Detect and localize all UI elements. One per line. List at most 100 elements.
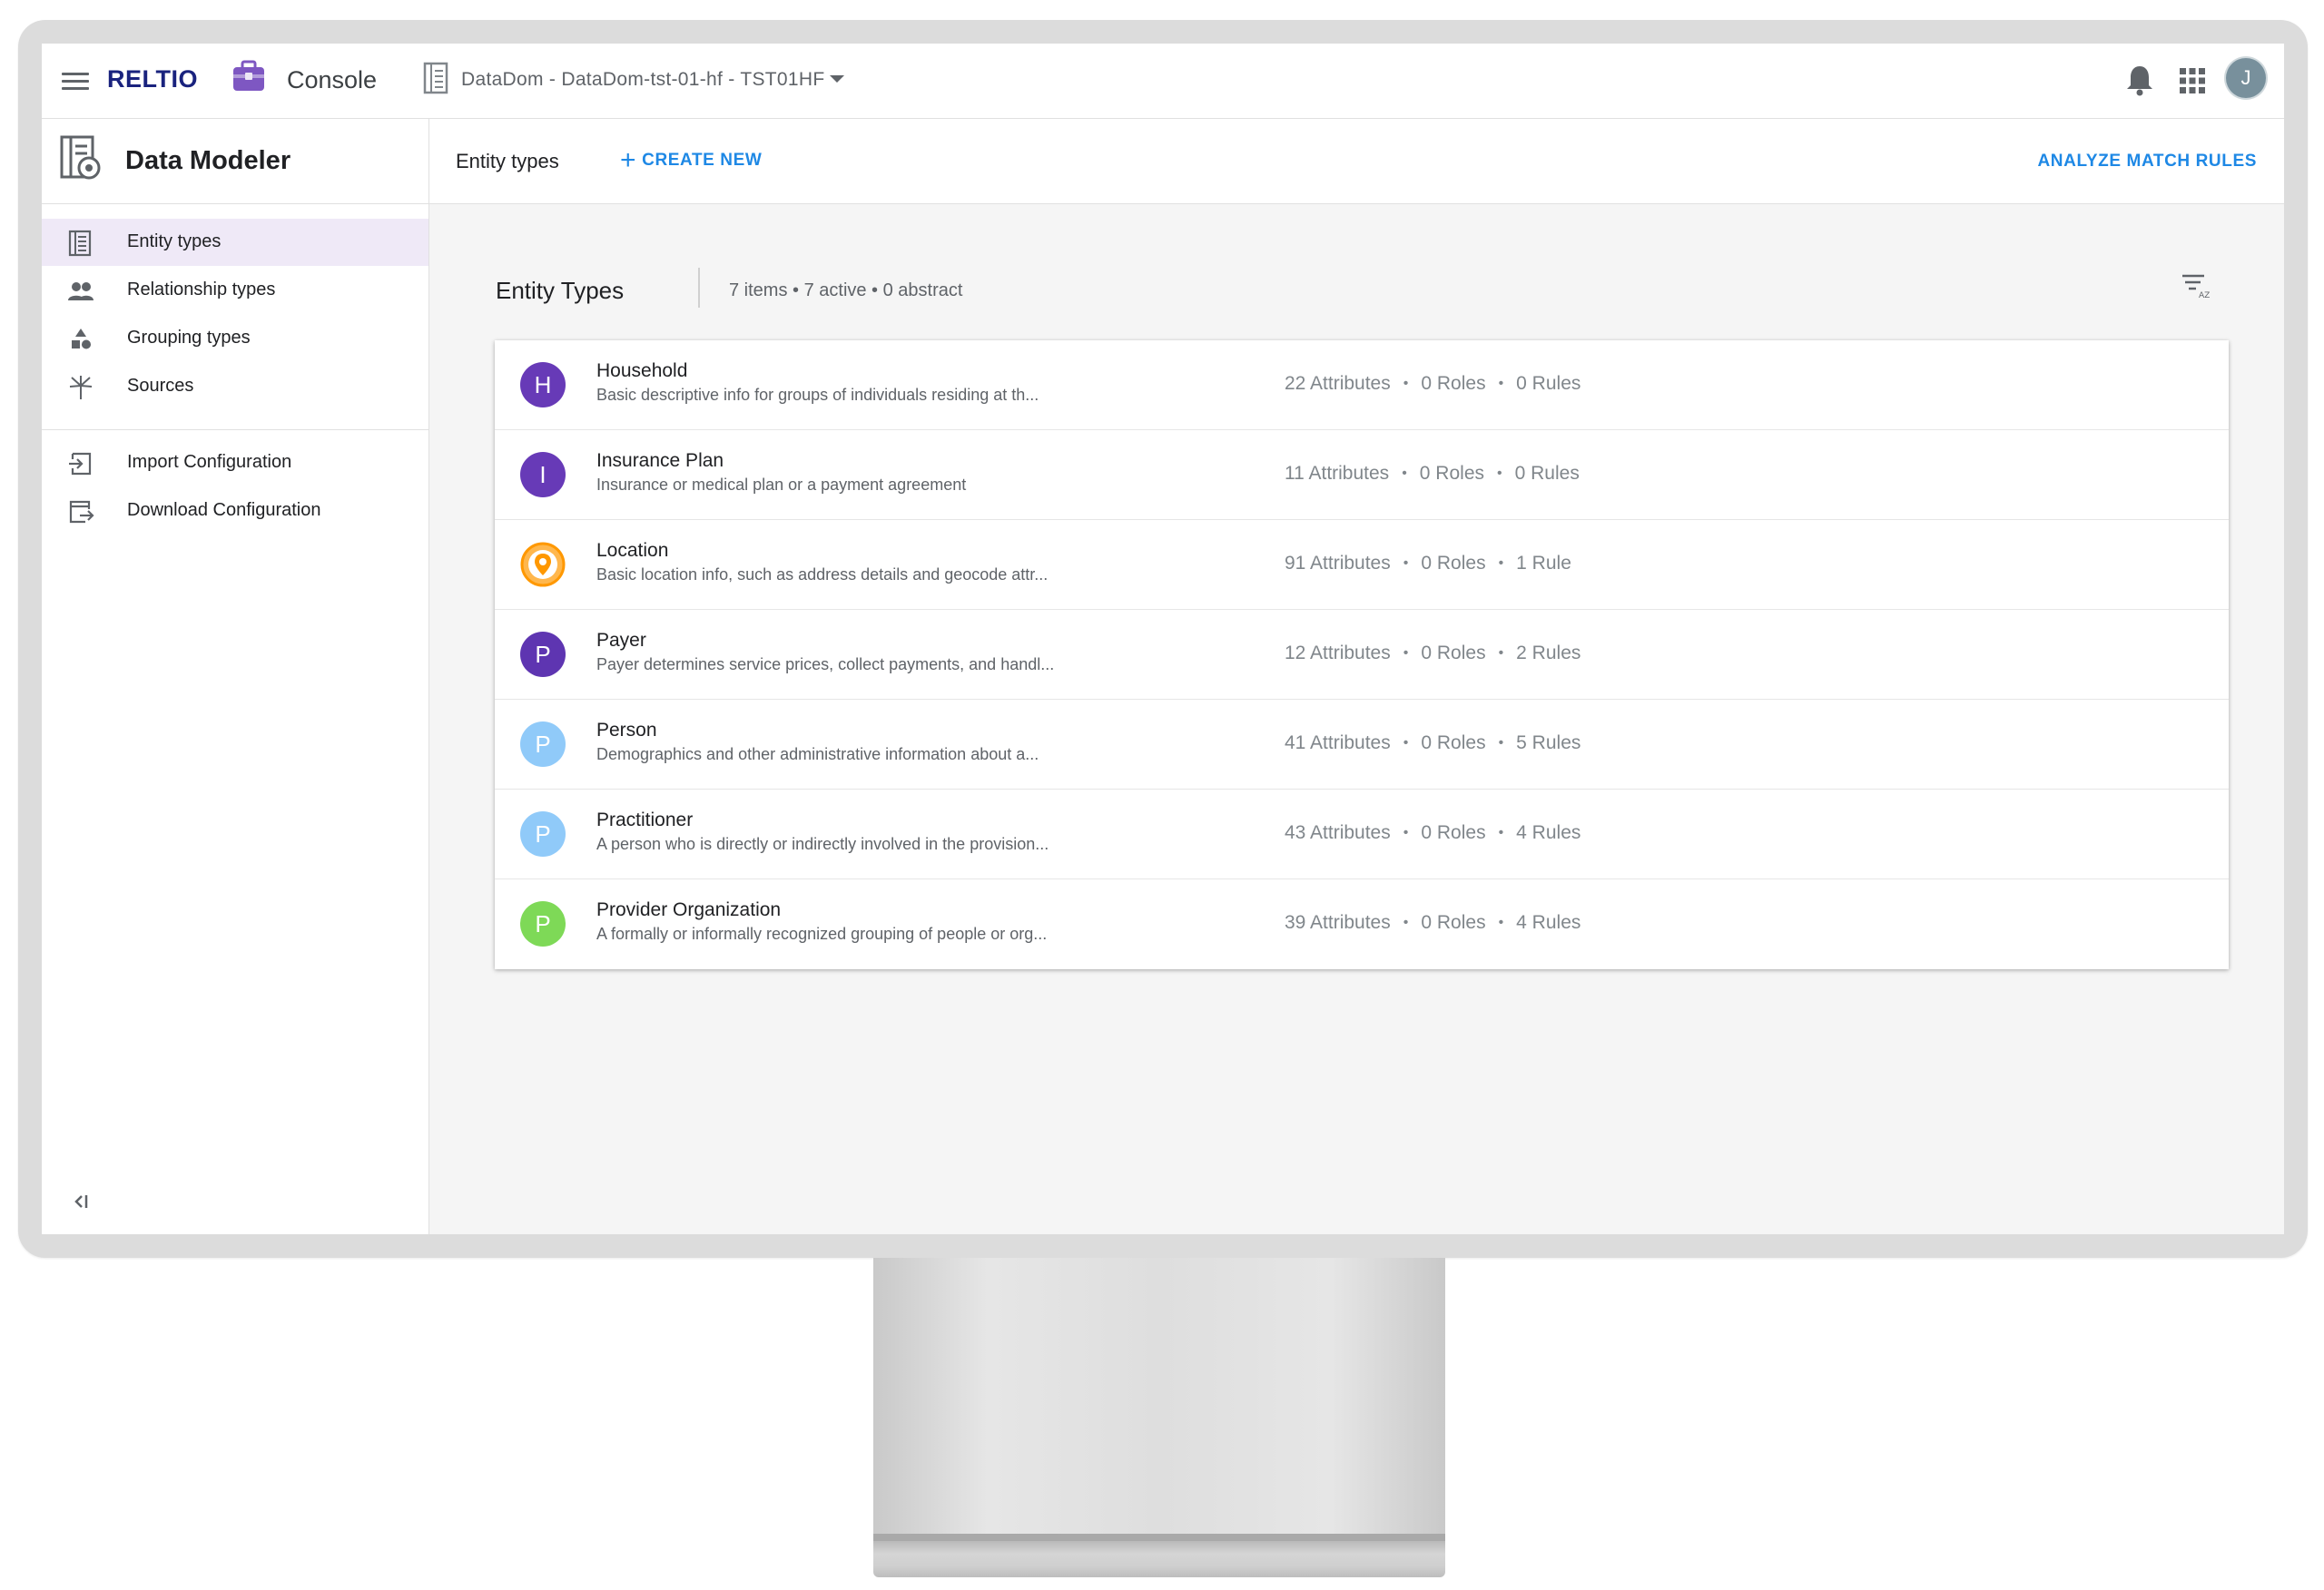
monitor-stand-edge (873, 1534, 1445, 1541)
main-header: Entity types + CREATE NEW ANALYZE MATCH … (429, 119, 2284, 204)
analyze-match-rules-button[interactable]: ANALYZE MATCH RULES (2037, 152, 2257, 172)
section-title: Entity Types (496, 277, 625, 304)
entity-avatar: H (520, 362, 566, 407)
sidebar-header: Data Modeler (42, 119, 428, 204)
entity-avatar: I (520, 452, 566, 497)
menu-icon[interactable] (62, 69, 89, 93)
bell-icon[interactable] (2124, 64, 2155, 96)
people-icon (68, 282, 94, 300)
import-icon (69, 452, 92, 476)
entity-stats: 11 Attributes • 0 Roles • 0 Rules (1285, 463, 1580, 484)
entity-row-person[interactable]: P Person Demographics and other administ… (495, 700, 2229, 790)
create-new-button[interactable]: + CREATE NEW (620, 146, 762, 175)
console-label: Console (287, 66, 378, 93)
entity-row-insurance-plan[interactable]: I Insurance Plan Insurance or medical pl… (495, 430, 2229, 520)
create-new-label: CREATE NEW (642, 151, 763, 170)
entity-stats: 91 Attributes • 0 Roles • 1 Rule (1285, 553, 1571, 574)
svg-text:AZ: AZ (2199, 291, 2210, 300)
monitor-stand-base (873, 1541, 1445, 1577)
top-bar: RELTIO Console DataDom - DataDom-tst-01-… (42, 44, 2284, 119)
entity-row-provider-organization[interactable]: P Provider Organization A formally or in… (495, 879, 2229, 968)
rules-count: 4 Rules (1516, 912, 1581, 933)
entity-name: Payer (596, 630, 646, 651)
roles-count: 0 Roles (1421, 643, 1486, 663)
sources-icon (69, 376, 93, 399)
rules-count: 0 Rules (1514, 463, 1580, 484)
entity-description: Basic descriptive info for groups of ind… (596, 386, 1039, 404)
roles-count: 0 Roles (1421, 373, 1486, 394)
collapse-sidebar-icon[interactable] (67, 1188, 94, 1215)
attributes-count: 41 Attributes (1285, 732, 1391, 753)
roles-count: 0 Roles (1419, 463, 1484, 484)
entity-name: Insurance Plan (596, 450, 724, 471)
sidebar-item-import-configuration[interactable]: Import Configuration (42, 439, 428, 486)
user-avatar[interactable]: J (2226, 58, 2266, 98)
download-icon (69, 500, 94, 524)
sidebar-divider (42, 429, 428, 430)
entity-types-icon (68, 230, 92, 257)
roles-count: 0 Roles (1421, 553, 1486, 574)
sidebar-item-label: Import Configuration (127, 452, 292, 472)
entity-description: Insurance or medical plan or a payment a… (596, 476, 967, 494)
entity-stats: 39 Attributes • 0 Roles • 4 Rules (1285, 912, 1581, 933)
sidebar-item-label: Sources (127, 376, 194, 396)
section-divider (698, 268, 700, 308)
entity-description: Payer determines service prices, collect… (596, 655, 1055, 673)
entity-row-practitioner[interactable]: P Practitioner A person who is directly … (495, 790, 2229, 879)
sidebar-item-relationship-types[interactable]: Relationship types (42, 267, 428, 314)
roles-count: 0 Roles (1421, 732, 1486, 753)
roles-count: 0 Roles (1421, 822, 1486, 843)
attributes-count: 91 Attributes (1285, 553, 1391, 574)
entity-stats: 12 Attributes • 0 Roles • 2 Rules (1285, 643, 1581, 663)
entity-description: A formally or informally recognized grou… (596, 925, 1048, 943)
tenant-selector[interactable]: DataDom - DataDom-tst-01-hf - TST01HF (461, 69, 824, 91)
sidebar: Data Modeler Entity types Relationship t… (42, 119, 429, 1234)
sidebar-item-label: Grouping types (127, 328, 251, 348)
sidebar-title: Data Modeler (125, 146, 291, 175)
chevron-down-icon[interactable] (830, 75, 844, 83)
brand-logo[interactable]: RELTIO (107, 65, 198, 93)
rules-count: 4 Rules (1516, 822, 1581, 843)
attributes-count: 22 Attributes (1285, 373, 1391, 394)
tenant-icon (423, 62, 448, 94)
briefcase-icon (233, 60, 264, 91)
rules-count: 1 Rule (1516, 553, 1571, 574)
main-content: Entity types + CREATE NEW ANALYZE MATCH … (429, 119, 2284, 1234)
entity-name: Provider Organization (596, 899, 782, 920)
entity-avatar: P (520, 721, 566, 767)
entity-row-location[interactable]: Location Basic location info, such as ad… (495, 520, 2229, 610)
entity-types-list: H Household Basic descriptive info for g… (495, 340, 2229, 969)
rules-count: 0 Rules (1516, 373, 1581, 394)
sidebar-item-label: Download Configuration (127, 500, 321, 520)
roles-count: 0 Roles (1421, 912, 1486, 933)
plus-icon: + (620, 145, 637, 175)
entity-row-payer[interactable]: P Payer Payer determines service prices,… (495, 610, 2229, 700)
chevron-left-icon (74, 1195, 88, 1208)
entity-name: Location (596, 540, 669, 561)
sidebar-item-label: Entity types (127, 231, 222, 251)
attributes-count: 11 Attributes (1285, 463, 1390, 484)
screen: RELTIO Console DataDom - DataDom-tst-01-… (42, 44, 2284, 1234)
sidebar-item-grouping-types[interactable]: Grouping types (42, 315, 428, 362)
rules-count: 5 Rules (1516, 732, 1581, 753)
shapes-icon (72, 329, 91, 349)
entity-description: Basic location info, such as address det… (596, 565, 1049, 584)
location-pin-icon (520, 542, 566, 587)
sidebar-item-sources[interactable]: Sources (42, 363, 428, 410)
attributes-count: 12 Attributes (1285, 643, 1391, 663)
monitor-frame: RELTIO Console DataDom - DataDom-tst-01-… (18, 20, 2308, 1258)
sidebar-item-entity-types[interactable]: Entity types (42, 219, 428, 266)
entity-description: Demographics and other administrative in… (596, 745, 1039, 763)
breadcrumb: Entity types (456, 150, 559, 172)
entity-stats: 41 Attributes • 0 Roles • 5 Rules (1285, 732, 1581, 753)
sort-az-icon[interactable]: AZ (2180, 270, 2211, 300)
apps-grid-icon[interactable] (2179, 67, 2206, 94)
sidebar-item-download-configuration[interactable]: Download Configuration (42, 487, 428, 535)
section-summary: 7 items • 7 active • 0 abstract (729, 280, 963, 300)
monitor-stand (873, 1258, 1445, 1541)
entity-avatar: P (520, 811, 566, 857)
attributes-count: 39 Attributes (1285, 912, 1391, 933)
entity-row-household[interactable]: H Household Basic descriptive info for g… (495, 340, 2229, 430)
entity-avatar: P (520, 632, 566, 677)
entity-description: A person who is directly or indirectly i… (596, 835, 1049, 853)
